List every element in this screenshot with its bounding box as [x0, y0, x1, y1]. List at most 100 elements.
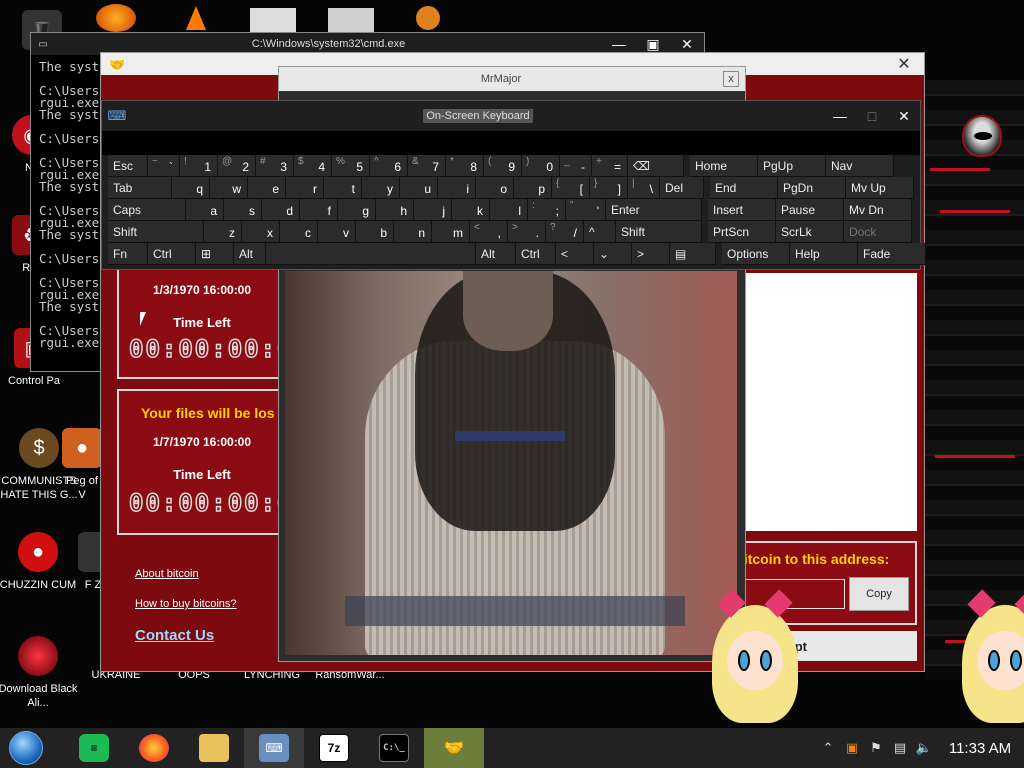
osk-key-[interactable]: :; — [528, 199, 566, 221]
osk-key-fn[interactable]: Fn — [108, 243, 148, 265]
osk-key-a[interactable]: a — [186, 199, 224, 221]
app-icon[interactable] — [250, 8, 296, 32]
osk-key-pgup[interactable]: PgUp — [758, 155, 826, 177]
osk-key-t[interactable]: t — [324, 177, 362, 199]
on-screen-keyboard-window[interactable]: ⌨ On-Screen Keyboard — □ ✕ Esc ~ `! 1 @2 #3 $4… — [101, 100, 926, 270]
osk-key-caps[interactable]: Caps — [108, 199, 186, 221]
osk-key-m[interactable]: m — [432, 221, 470, 243]
osk-key-fade[interactable]: Fade — [858, 243, 926, 265]
osk-key-scrlk[interactable]: ScrLk — [776, 221, 844, 243]
start-button[interactable] — [6, 730, 46, 766]
close-icon[interactable]: ✕ — [670, 36, 704, 53]
chevron-up-icon[interactable]: ⌃ — [816, 740, 840, 756]
osk-key-tab[interactable]: Tab — [108, 177, 172, 199]
osk-key-9[interactable]: (9 — [484, 155, 522, 177]
app-icon[interactable] — [96, 4, 136, 32]
vlc-icon[interactable] — [186, 6, 206, 30]
osk-key-4[interactable]: $4 — [294, 155, 332, 177]
taskbar-on-screen-keyboard[interactable]: ⌨ — [244, 728, 304, 768]
osk-key-r[interactable]: r — [286, 177, 324, 199]
osk-key-space[interactable] — [266, 243, 476, 265]
osk-key-[interactable]: }] — [590, 177, 628, 199]
contact-us-link[interactable]: Contact Us — [135, 627, 214, 644]
osk-key-[interactable]: ^ — [584, 221, 616, 243]
osk-key-pgdn[interactable]: PgDn — [778, 177, 846, 199]
osk-key-v[interactable]: v — [318, 221, 356, 243]
osk-key-esc[interactable]: Esc — [108, 155, 148, 177]
app-icon[interactable] — [328, 8, 374, 32]
clock[interactable]: 11:33 AM — [936, 740, 1024, 757]
osk-key-b[interactable]: b — [356, 221, 394, 243]
restore-icon[interactable]: □ — [856, 108, 888, 124]
osk-key-[interactable]: ⊞ — [196, 243, 234, 265]
minimize-icon[interactable]: — — [602, 36, 636, 52]
osk-key-[interactable]: {[ — [552, 177, 590, 199]
desktop-icon-chuzzin[interactable]: ● CHUZZIN CUM — [0, 532, 80, 592]
ransom-note-text-area[interactable] — [745, 273, 917, 531]
app-tray-icon[interactable]: ▣ — [840, 740, 864, 756]
osk-key-[interactable]: " ' — [566, 199, 606, 221]
osk-key-q[interactable]: q — [172, 177, 210, 199]
osk-key-e[interactable]: e — [248, 177, 286, 199]
taskbar-7zip[interactable]: 7z — [304, 728, 364, 768]
osk-key-alt[interactable]: Alt — [234, 243, 266, 265]
osk-key-mvup[interactable]: Mv Up — [846, 177, 914, 199]
osk-key-f[interactable]: f — [300, 199, 338, 221]
osk-key-shift[interactable]: Shift — [616, 221, 702, 243]
taskbar-ransom-app[interactable]: 🤝 — [424, 728, 484, 768]
osk-key-[interactable]: ▤ — [670, 243, 716, 265]
flag-icon[interactable]: ⚑ — [864, 740, 888, 756]
osk-key-i[interactable]: i — [438, 177, 476, 199]
osk-key-[interactable]: + = — [592, 155, 628, 177]
osk-key-6[interactable]: ^ 6 — [370, 155, 408, 177]
osk-key-end[interactable]: End — [710, 177, 778, 199]
maximize-icon[interactable]: ▣ — [636, 36, 670, 53]
osk-key-[interactable]: < — [556, 243, 594, 265]
desktop-icon-download-black-alien[interactable]: Download Black Ali... — [0, 636, 80, 710]
osk-key-[interactable]: ~ ` — [148, 155, 180, 177]
osk-key-2[interactable]: @2 — [218, 155, 256, 177]
osk-key-prtscn[interactable]: PrtScn — [708, 221, 776, 243]
volume-icon[interactable]: 🔈 — [912, 740, 936, 756]
app-icon[interactable] — [416, 6, 440, 30]
taskbar-spotify[interactable]: ≡ — [64, 728, 124, 768]
mrmajor-titlebar[interactable]: MrMajor x — [279, 67, 745, 91]
osk-key-c[interactable]: c — [280, 221, 318, 243]
osk-key-5[interactable]: % 5 — [332, 155, 370, 177]
osk-key-l[interactable]: l — [490, 199, 528, 221]
osk-key-[interactable]: ⌄ — [594, 243, 632, 265]
osk-key-pause[interactable]: Pause — [776, 199, 844, 221]
osk-key-w[interactable]: w — [210, 177, 248, 199]
osk-key-x[interactable]: x — [242, 221, 280, 243]
osk-key-j[interactable]: j — [414, 199, 452, 221]
mrmajor-close-button[interactable]: x — [723, 71, 739, 87]
close-icon[interactable]: ✕ — [888, 108, 920, 125]
taskbar-file-explorer[interactable] — [184, 728, 244, 768]
osk-key-nav[interactable]: Nav — [826, 155, 894, 177]
about-bitcoin-link[interactable]: About bitcoin — [135, 568, 199, 580]
osk-key-n[interactable]: n — [394, 221, 432, 243]
osk-key-7[interactable]: & 7 — [408, 155, 446, 177]
osk-key-g[interactable]: g — [338, 199, 376, 221]
osk-key-u[interactable]: u — [400, 177, 438, 199]
osk-key-dock[interactable]: Dock — [844, 221, 912, 243]
taskbar-firefox[interactable] — [124, 728, 184, 768]
taskbar-cmd[interactable]: C:\_ — [364, 728, 424, 768]
osk-key-o[interactable]: o — [476, 177, 514, 199]
osk-key-alt[interactable]: Alt — [476, 243, 516, 265]
ransom-close-button[interactable]: ✕ — [884, 54, 924, 74]
osk-key-ctrl[interactable]: Ctrl — [516, 243, 556, 265]
osk-key-mvdn[interactable]: Mv Dn — [844, 199, 912, 221]
osk-key-s[interactable]: s — [224, 199, 262, 221]
desktop-icon-peg[interactable]: ● Peg of V — [62, 428, 102, 502]
osk-key-0[interactable]: ) 0 — [522, 155, 560, 177]
osk-key-1[interactable]: ! 1 — [180, 155, 218, 177]
osk-key-8[interactable]: * 8 — [446, 155, 484, 177]
osk-key-[interactable]: > — [632, 243, 670, 265]
osk-key-h[interactable]: h — [376, 199, 414, 221]
osk-key-y[interactable]: y — [362, 177, 400, 199]
minimize-icon[interactable]: — — [824, 108, 856, 124]
osk-key-3[interactable]: #3 — [256, 155, 294, 177]
osk-key-enter[interactable]: Enter — [606, 199, 702, 221]
osk-key-d[interactable]: d — [262, 199, 300, 221]
